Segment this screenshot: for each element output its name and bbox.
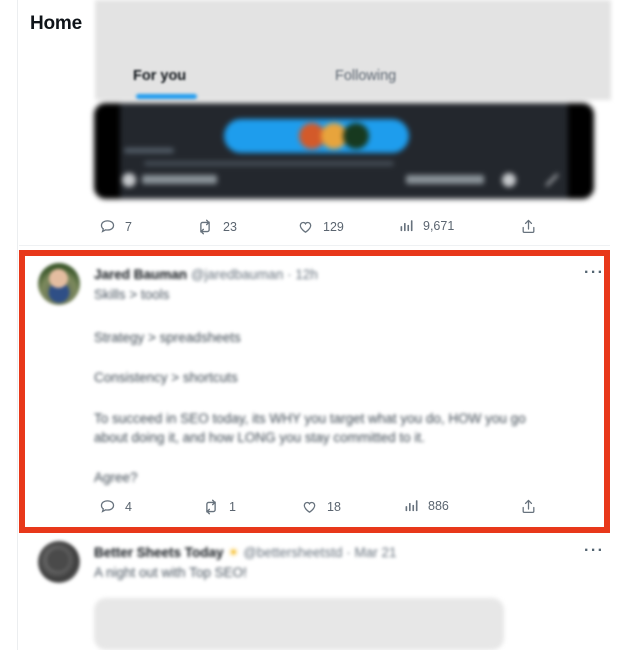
left-gutter-column <box>0 0 18 650</box>
video-player-card[interactable] <box>94 103 594 199</box>
reply-icon <box>99 218 116 235</box>
tweet-body-line-2: Consistency > shortcuts <box>94 370 238 385</box>
separator-dot: · <box>287 267 292 282</box>
author-line: Jared Bauman @jaredbauman · 12h <box>94 267 318 282</box>
like-count: 129 <box>323 219 344 234</box>
video-caption-line-2 <box>144 161 394 166</box>
sun-emoji-icon: ☀ <box>227 545 240 560</box>
video-letterbox-right <box>568 103 594 199</box>
fullscreen-icon[interactable] <box>542 171 560 189</box>
heart-icon <box>301 498 318 515</box>
video-title-label <box>142 175 217 184</box>
author-bio-line: A night out with Top SEO! <box>94 565 247 580</box>
speaker-icon[interactable] <box>502 173 516 187</box>
reply-count: 7 <box>125 219 132 234</box>
more-options-icon[interactable]: ··· <box>584 543 604 559</box>
author-line: Better Sheets Today ☀ @bettersheetstd · … <box>94 545 397 561</box>
tweet-separator-1 <box>19 245 610 246</box>
timeline-feed: 7 23 129 9,671 Jared Bauman @jaredbauman… <box>19 0 610 650</box>
analytics-icon <box>399 218 414 233</box>
video-letterbox-left <box>94 103 120 199</box>
view-count: 886 <box>428 498 449 513</box>
reply-action[interactable]: 7 <box>99 218 132 235</box>
share-action[interactable] <box>520 498 537 515</box>
author-name[interactable]: Better Sheets Today <box>94 545 224 560</box>
video-avatar-group <box>299 123 369 149</box>
tweet-body-line-5: Agree? <box>94 470 138 485</box>
view-count: 9,671 <box>423 218 455 233</box>
avatar[interactable] <box>38 541 80 583</box>
author-handle[interactable]: @bettersheetstd <box>243 545 342 560</box>
x-home-feed-screenshot: Home For you Following 7 23 129 9,671 Ja… <box>0 0 639 650</box>
author-bio-line: Skills > tools <box>94 287 170 302</box>
like-count: 18 <box>327 499 341 514</box>
heart-icon <box>297 218 314 235</box>
share-icon <box>520 218 537 235</box>
views-action[interactable]: 9,671 <box>399 218 454 233</box>
retweet-icon <box>196 218 214 236</box>
tweet-body-line-1: Strategy > spreadsheets <box>94 330 241 345</box>
separator-dot: · <box>346 545 351 560</box>
retweet-count: 1 <box>229 500 236 514</box>
tweet-body-line-4: about doing it, and how LONG you stay co… <box>94 430 425 445</box>
like-action[interactable]: 18 <box>301 498 341 515</box>
timestamp[interactable]: Mar 21 <box>354 545 396 560</box>
author-handle[interactable]: @jaredbauman <box>191 267 284 282</box>
retweet-action[interactable]: 1 <box>202 498 236 516</box>
analytics-icon <box>404 498 419 513</box>
tweet-actions-jared: 4 1 18 886 <box>94 498 594 522</box>
reply-count: 4 <box>125 499 132 514</box>
tweet-body-line-3: To succeed in SEO today, its WHY you tar… <box>94 411 526 426</box>
reply-action[interactable]: 4 <box>99 498 132 515</box>
timestamp[interactable]: 12h <box>295 267 318 282</box>
reply-icon <box>99 498 116 515</box>
like-action[interactable]: 129 <box>297 218 344 235</box>
video-avatar-3 <box>343 123 369 149</box>
more-options-icon[interactable]: ··· <box>584 265 604 281</box>
tweet-media-image[interactable] <box>94 598 504 650</box>
author-name[interactable]: Jared Bauman <box>94 267 187 282</box>
share-icon <box>520 498 537 515</box>
share-action[interactable] <box>520 218 537 235</box>
play-button-icon[interactable] <box>122 173 136 187</box>
tweet-actions-video: 7 23 129 9,671 <box>94 218 594 242</box>
retweet-icon <box>202 498 220 516</box>
video-caption-line-1 <box>124 148 174 153</box>
views-action[interactable]: 886 <box>404 498 449 513</box>
avatar[interactable] <box>38 263 80 305</box>
video-timestamp <box>406 175 484 184</box>
retweet-count: 23 <box>223 220 237 234</box>
retweet-action[interactable]: 23 <box>196 218 237 236</box>
